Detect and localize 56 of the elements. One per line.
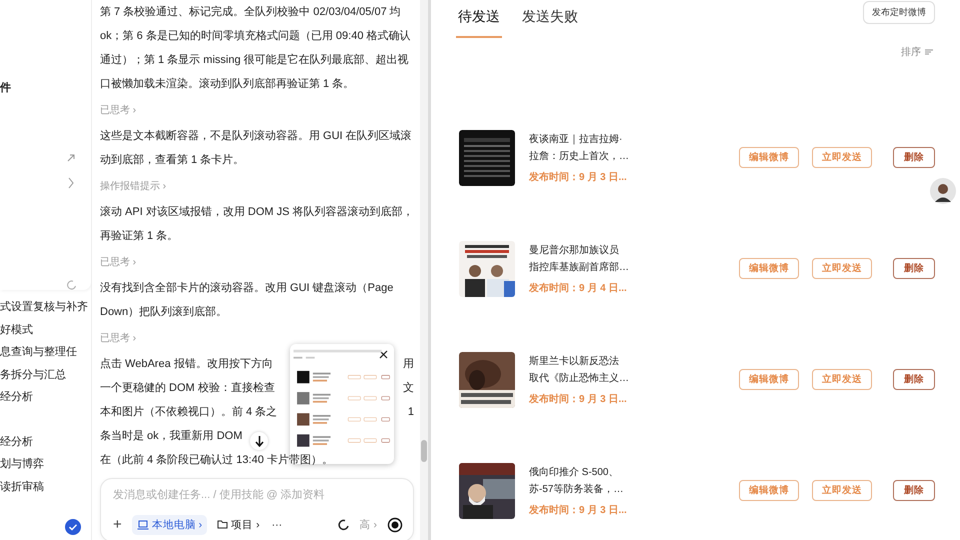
arrow-down-icon <box>254 436 264 446</box>
publish-time: 发布时间：9 月 3 日... <box>529 392 628 406</box>
message-text: 一个更稳健的 DOM 校验：直接检查 <box>100 380 275 396</box>
more-button[interactable]: ··· <box>270 516 284 532</box>
sidebar-item[interactable]: 务拆分与汇总 <box>0 364 91 386</box>
message-text: 第 7 条校验通过、标记完成。全队列校验中 02/03/04/05/07 均 ok；第 6 条是已知的时间零填充格式问题（已用 09:40 格式确认通过）；第 1 条显示 missing 很可能是它在队列最底部、超出视口被懒加载未渲染。滚动到队列底部再验证第 1 条。 <box>100 4 412 92</box>
sidebar-item[interactable]: 读折审稿 <box>0 476 91 498</box>
sidebar-item[interactable]: 经分析 <box>0 430 91 453</box>
sidebar-item[interactable]: 息查询与整理任 <box>0 341 91 364</box>
sidebar-item[interactable]: 好模式 <box>0 318 91 341</box>
delete-button[interactable]: 删除 <box>893 147 935 168</box>
sidebar-item[interactable]: 件 <box>0 80 11 95</box>
message-text: 1 <box>408 405 414 420</box>
message-text: 滚动 API 对该区域报错，改用 DOM JS 将队列容器滚动到底部，再验证第 1 条。 <box>100 204 414 244</box>
sort-icon <box>925 49 933 55</box>
scrollbar-thumb[interactable] <box>421 440 427 462</box>
message-text: 文 <box>403 380 414 396</box>
tab[interactable]: 发送失败 <box>520 6 580 38</box>
sort-button[interactable]: 排序 <box>899 45 935 59</box>
tab[interactable]: 待发送 <box>456 6 502 38</box>
spinner-icon <box>338 518 350 530</box>
chevron-icon[interactable] <box>67 177 75 189</box>
check-icon[interactable] <box>65 519 81 535</box>
folder-icon <box>217 520 228 529</box>
spinner-icon <box>67 280 77 290</box>
post-title[interactable]: 曼尼普尔那加族议员 指控库基族副首席部… <box>529 242 649 276</box>
message-text: 用 <box>403 357 414 372</box>
delete-button[interactable]: 删除 <box>893 369 935 390</box>
sidebar-item[interactable]: 划与博弈 <box>0 453 91 476</box>
sidebar-item[interactable]: 式设置复核与补齐 <box>0 296 91 318</box>
close-icon[interactable] <box>379 350 388 359</box>
device-button[interactable]: 本地电脑 › <box>132 514 208 534</box>
publish-time: 发布时间：9 月 3 日... <box>529 170 628 184</box>
publish-time: 发布时间：9 月 4 日... <box>529 282 628 295</box>
laptop-icon <box>136 520 149 530</box>
publish-button[interactable]: 发布定时微博 <box>863 1 935 24</box>
message-text: 条当时是 ok，我重新用 DOM <box>100 428 242 444</box>
project-button[interactable]: 项目 › <box>215 516 262 534</box>
delete-button[interactable]: 删除 <box>893 480 935 501</box>
publish-time: 发布时间：9 月 3 日... <box>529 504 628 517</box>
add-button[interactable]: + <box>111 514 124 535</box>
post-title[interactable]: 夜谈南亚｜拉吉拉姆· 拉詹：历史上首次，… <box>529 131 649 165</box>
message-text: 这些是文本截断容器，不是队列滚动容器。用 GUI 在队列区域滚动到底部，查看第 1 条卡片。 <box>100 128 413 168</box>
post-title[interactable]: 俄向印推介 S-500、 苏-57等防务装备，… <box>529 464 649 498</box>
stop-icon[interactable] <box>387 516 403 532</box>
scroll-down-button[interactable] <box>250 432 268 450</box>
sidebar-item[interactable]: 经分析 <box>0 386 91 408</box>
message-input[interactable]: 发消息或创建任务... / 使用技能 @ 添加资料 + 本地电脑 › 项目 › ··· 高 › <box>100 478 414 540</box>
arrow-icon[interactable] <box>66 153 76 163</box>
message-text: 没有找到含全部卡片的滚动容器。改用 GUI 键盘滚动（Page Down）把队列滚到底部。 <box>100 280 394 320</box>
message-text: 本和图片（不依赖视口）。前 4 条之 <box>100 404 278 420</box>
delete-button[interactable]: 删除 <box>893 258 935 279</box>
post-title[interactable]: 斯里兰卡以新反恐法 取代《防止恐怖主义… <box>529 353 649 387</box>
message-text: 点击 WebArea 报错。改用按下方向 <box>100 356 273 372</box>
message-text: 在（此前 4 条阶段已确认过 13:40 卡片带图）。 <box>100 453 334 468</box>
avatar-icon[interactable] <box>930 178 956 204</box>
